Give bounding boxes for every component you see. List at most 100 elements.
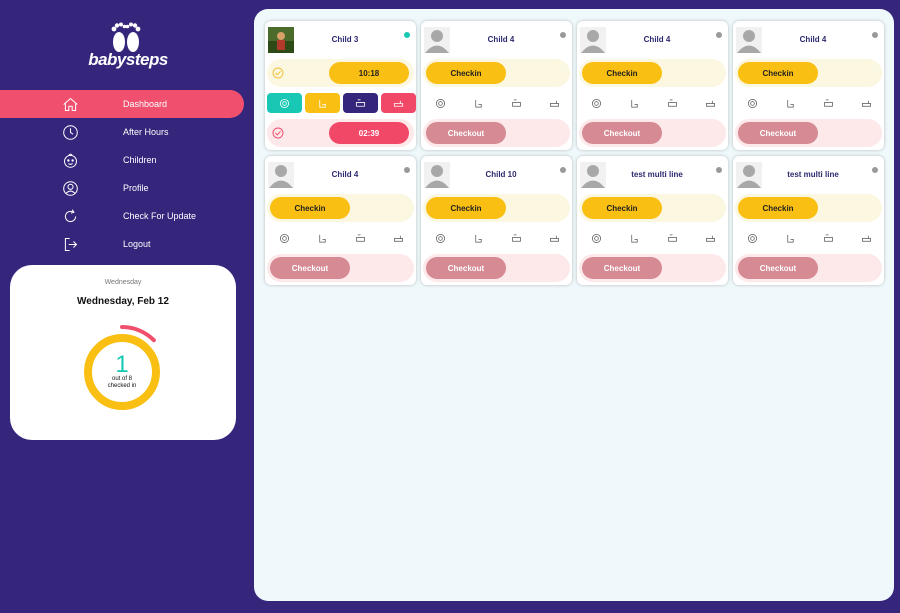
nap-button[interactable] [811,228,846,248]
checkin-button[interactable]: Checkin [426,197,506,219]
checkin-button[interactable]: Checkin [738,197,818,219]
child-card[interactable]: Child 4 Checkin Checkout [733,21,884,150]
child-name: Child 4 [487,35,515,44]
potty-button[interactable] [461,93,496,113]
nap-icon [355,98,366,107]
nap-button[interactable] [499,93,534,113]
child-name: Child 4 [331,170,359,179]
potty-button[interactable] [617,93,652,113]
bath-button[interactable] [381,93,416,113]
checkout-row: Checkout [423,119,570,147]
checkout-button[interactable]: Checkout [426,257,506,279]
nap-button[interactable] [343,93,378,113]
checkin-button[interactable]: Checkin [738,62,818,84]
potty-button[interactable] [305,93,340,113]
meal-button[interactable] [423,93,458,113]
child-card[interactable]: Child 3 10:18 02:39 [265,21,416,150]
logout-icon [60,234,80,254]
logo-text: babysteps [88,50,168,69]
child-name: Child 4 [799,35,827,44]
meal-icon [436,98,445,108]
potty-button[interactable] [773,228,808,248]
checkin-button[interactable]: Checkin [270,197,350,219]
potty-button[interactable] [461,228,496,248]
bath-button[interactable] [537,93,572,113]
checkin-row: Checkin [267,194,414,222]
sidebar-item-after-hours[interactable]: After Hours [0,118,244,146]
bath-button[interactable] [537,228,572,248]
nap-button[interactable] [655,228,690,248]
meal-icon [748,233,757,243]
checkout-row: Checkout [423,254,570,282]
caption-line-2: checked in [107,383,137,389]
checkin-button[interactable]: Checkin [582,62,662,84]
nap-button[interactable] [655,93,690,113]
checkin-button[interactable]: Checkin [426,62,506,84]
nap-icon [356,233,365,242]
potty-button[interactable] [773,93,808,113]
checkout-button[interactable]: Checkout [426,122,506,144]
clock-icon [60,122,80,142]
nap-button[interactable] [343,228,378,248]
activity-buttons [579,228,726,248]
checkout-button[interactable]: Checkout [738,257,818,279]
checkin-row: Checkin [735,59,882,87]
meal-button[interactable] [735,228,770,248]
activity-buttons [735,228,882,248]
sidebar-item-label: Check For Update [123,211,197,221]
checkin-row: Checkin [423,59,570,87]
sidebar-item-logout[interactable]: Logout [0,230,244,258]
meal-button[interactable] [423,228,458,248]
sidebar-item-children[interactable]: Children [0,146,244,174]
meal-button[interactable] [579,228,614,248]
nap-button[interactable] [499,228,534,248]
potty-icon [787,234,794,243]
sidebar-item-label: Logout [123,239,151,249]
bath-button[interactable] [693,228,728,248]
meal-button[interactable] [267,228,302,248]
meal-button[interactable] [735,93,770,113]
potty-button[interactable] [305,228,340,248]
nap-icon [668,233,677,242]
child-card[interactable]: test multi line Checkin Checkout [733,156,884,285]
potty-icon [475,234,482,243]
potty-icon [631,234,638,243]
bath-icon [550,100,559,107]
meal-icon [592,233,601,243]
sidebar-item-dashboard[interactable]: Dashboard [0,90,244,118]
checkout-button[interactable]: Checkout [270,257,350,279]
sidebar-item-label: Profile [123,183,149,193]
avatar-placeholder-icon [424,162,450,188]
avatar-placeholder-icon [268,162,294,188]
check-circle-icon [272,127,284,139]
checkout-row: Checkout [735,254,882,282]
meal-button[interactable] [579,93,614,113]
bath-icon [394,235,403,242]
user-icon [60,178,80,198]
sidebar-item-check-update[interactable]: Check For Update [0,202,244,230]
child-card[interactable]: Child 4 Checkin Checkout [265,156,416,285]
activity-buttons [423,93,570,113]
checkout-row: Checkout [735,119,882,147]
bath-button[interactable] [693,93,728,113]
child-card[interactable]: Child 10 Checkin Checkout [421,156,572,285]
child-card[interactable]: Child 4 Checkin Checkout [577,21,728,150]
nap-button[interactable] [811,93,846,113]
bath-button[interactable] [849,93,884,113]
sidebar-item-profile[interactable]: Profile [0,174,244,202]
potty-button[interactable] [617,228,652,248]
checkout-button[interactable]: Checkout [738,122,818,144]
summary-date: Wednesday, Feb 12 [77,296,169,307]
checkout-button[interactable]: Checkout [582,122,662,144]
status-dot [560,32,566,38]
child-card[interactable]: Child 4 Checkin Checkout [421,21,572,150]
sidebar-nav: Dashboard After Hours Children Profile C… [0,90,244,258]
checkout-button[interactable]: Checkout [582,257,662,279]
checkin-button[interactable]: Checkin [582,197,662,219]
bath-icon [862,235,871,242]
child-card[interactable]: test multi line Checkin Checkout [577,156,728,285]
meal-button[interactable] [267,93,302,113]
bath-button[interactable] [849,228,884,248]
child-name: test multi line [787,170,839,179]
bath-button[interactable] [381,228,416,248]
